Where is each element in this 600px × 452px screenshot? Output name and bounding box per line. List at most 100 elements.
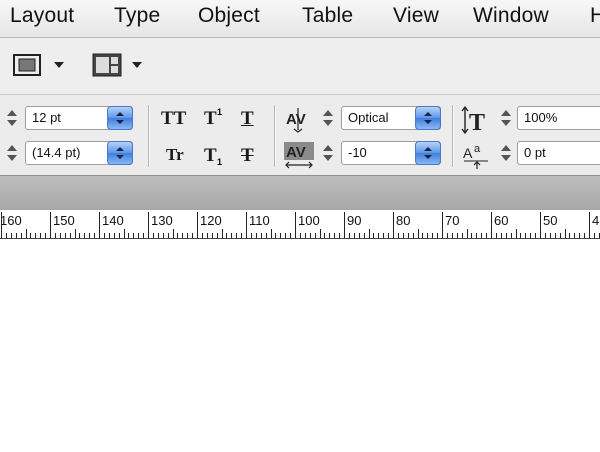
ruler-tick (20, 233, 22, 238)
frame-fitting-button[interactable] (12, 52, 70, 78)
ruler-tick (241, 233, 243, 238)
ruler-tick (201, 233, 203, 238)
ruler-tick (437, 233, 439, 238)
svg-text:A: A (463, 145, 473, 161)
tracking-field[interactable]: -10 (341, 141, 441, 165)
ruler-tick (388, 233, 390, 238)
ruler-tick (451, 233, 453, 238)
leading-field[interactable]: (14.4 pt) (25, 141, 133, 165)
ruler-tick (353, 233, 355, 238)
leading-dropdown-button[interactable] (107, 141, 133, 165)
font-size-field[interactable]: 12 pt (25, 106, 133, 130)
kerning-dropdown-button[interactable] (415, 106, 441, 130)
font-size-value: 12 pt (32, 110, 61, 125)
ruler-tick (54, 233, 56, 238)
menu-view[interactable]: View (393, 4, 439, 28)
ruler-tick (172, 229, 174, 238)
font-size-stepper[interactable] (5, 107, 18, 129)
chevron-down-icon (116, 155, 124, 159)
ruler-tick (554, 233, 556, 238)
vertical-scale-field[interactable]: 100% (517, 106, 600, 130)
ruler-label: 100 (298, 213, 320, 228)
superscript-mark: 1 (217, 107, 223, 117)
ruler-tick (309, 233, 311, 238)
ruler-tick (363, 233, 365, 238)
step-up-icon (501, 110, 511, 116)
menu-object[interactable]: Object (198, 4, 260, 28)
control-panel: 12 pt (14.4 pt) TT T 1 T Tr T 1 T AV Opt… (0, 95, 600, 175)
panel-divider (452, 105, 454, 167)
screen-mode-icon (92, 53, 122, 77)
strikethrough-button[interactable]: T (241, 145, 254, 167)
ruler-tick (549, 233, 551, 238)
step-down-icon (7, 155, 17, 161)
kerning-value: Optical (348, 110, 389, 125)
ruler-tick (148, 212, 149, 238)
underline-button[interactable]: T (241, 108, 254, 130)
ruler-tick (40, 233, 42, 238)
ruler-tick (182, 233, 184, 238)
tracking-stepper[interactable] (321, 142, 334, 164)
small-caps-button[interactable]: Tr (166, 145, 184, 165)
baseline-shift-value: 0 pt (524, 145, 546, 160)
kerning-stepper[interactable] (321, 107, 334, 129)
screen-mode-button[interactable] (92, 52, 148, 78)
ruler-tick (30, 233, 32, 238)
menu-help[interactable]: H (590, 4, 600, 28)
superscript-button[interactable]: T 1 (204, 107, 222, 130)
tracking-dropdown-button[interactable] (415, 141, 441, 165)
step-down-icon (7, 120, 17, 126)
font-size-dropdown-button[interactable] (107, 106, 133, 130)
ruler-tick (35, 233, 37, 238)
ruler-tick (407, 233, 409, 238)
menu-layout[interactable]: Layout (10, 4, 74, 28)
step-down-icon (501, 120, 511, 126)
menu-table[interactable]: Table (302, 4, 353, 28)
ruler-tick (515, 229, 517, 238)
ruler-tick (152, 233, 154, 238)
ruler-tick (495, 233, 497, 238)
ruler-tick (211, 233, 213, 238)
ruler-tick (329, 233, 331, 238)
baseline-shift-stepper[interactable] (499, 142, 512, 164)
step-down-icon (323, 120, 333, 126)
ruler-tick (192, 233, 194, 238)
ruler-tick (255, 233, 257, 238)
ruler-tick (221, 229, 223, 238)
ruler-tick (368, 229, 370, 238)
ruler-tick (138, 233, 140, 238)
ruler-tick (339, 233, 341, 238)
baseline-shift-icon: A a (463, 143, 488, 169)
baseline-shift-field[interactable]: 0 pt (517, 141, 600, 165)
ruler-label: 60 (494, 213, 509, 228)
kerning-icon: AV (286, 108, 306, 133)
ruler-tick (540, 212, 541, 238)
ruler-tick (206, 233, 208, 238)
ruler-tick (544, 233, 546, 238)
ruler-tick (143, 233, 145, 238)
ruler-label: 110 (249, 213, 270, 228)
tracking-icon: AV (284, 142, 314, 169)
document-canvas[interactable] (0, 239, 600, 452)
svg-text:AV: AV (286, 111, 306, 128)
ruler-tick (348, 233, 350, 238)
ruler-tick (157, 233, 159, 238)
all-caps-button[interactable]: TT (161, 108, 186, 130)
ruler-tick (481, 233, 483, 238)
frame-fitting-icon (13, 54, 41, 76)
menu-type[interactable]: Type (114, 4, 160, 28)
ruler-tick (10, 233, 12, 238)
ruler-tick (505, 233, 507, 238)
subscript-button[interactable]: T 1 (204, 145, 222, 167)
leading-stepper[interactable] (5, 142, 18, 164)
horizontal-ruler[interactable]: 160 150 140 130 120 110 100 90 80 70 60 50 4 (0, 210, 600, 239)
ruler-tick (25, 229, 27, 238)
menu-window[interactable]: Window (473, 4, 549, 28)
kerning-field[interactable]: Optical (341, 106, 441, 130)
ruler-tick (471, 233, 473, 238)
leading-value: (14.4 pt) (32, 145, 81, 160)
ruler-tick (486, 233, 488, 238)
chevron-up-icon (116, 112, 124, 116)
vertical-scale-stepper[interactable] (499, 107, 512, 129)
subscript-glyph: T (204, 145, 217, 166)
